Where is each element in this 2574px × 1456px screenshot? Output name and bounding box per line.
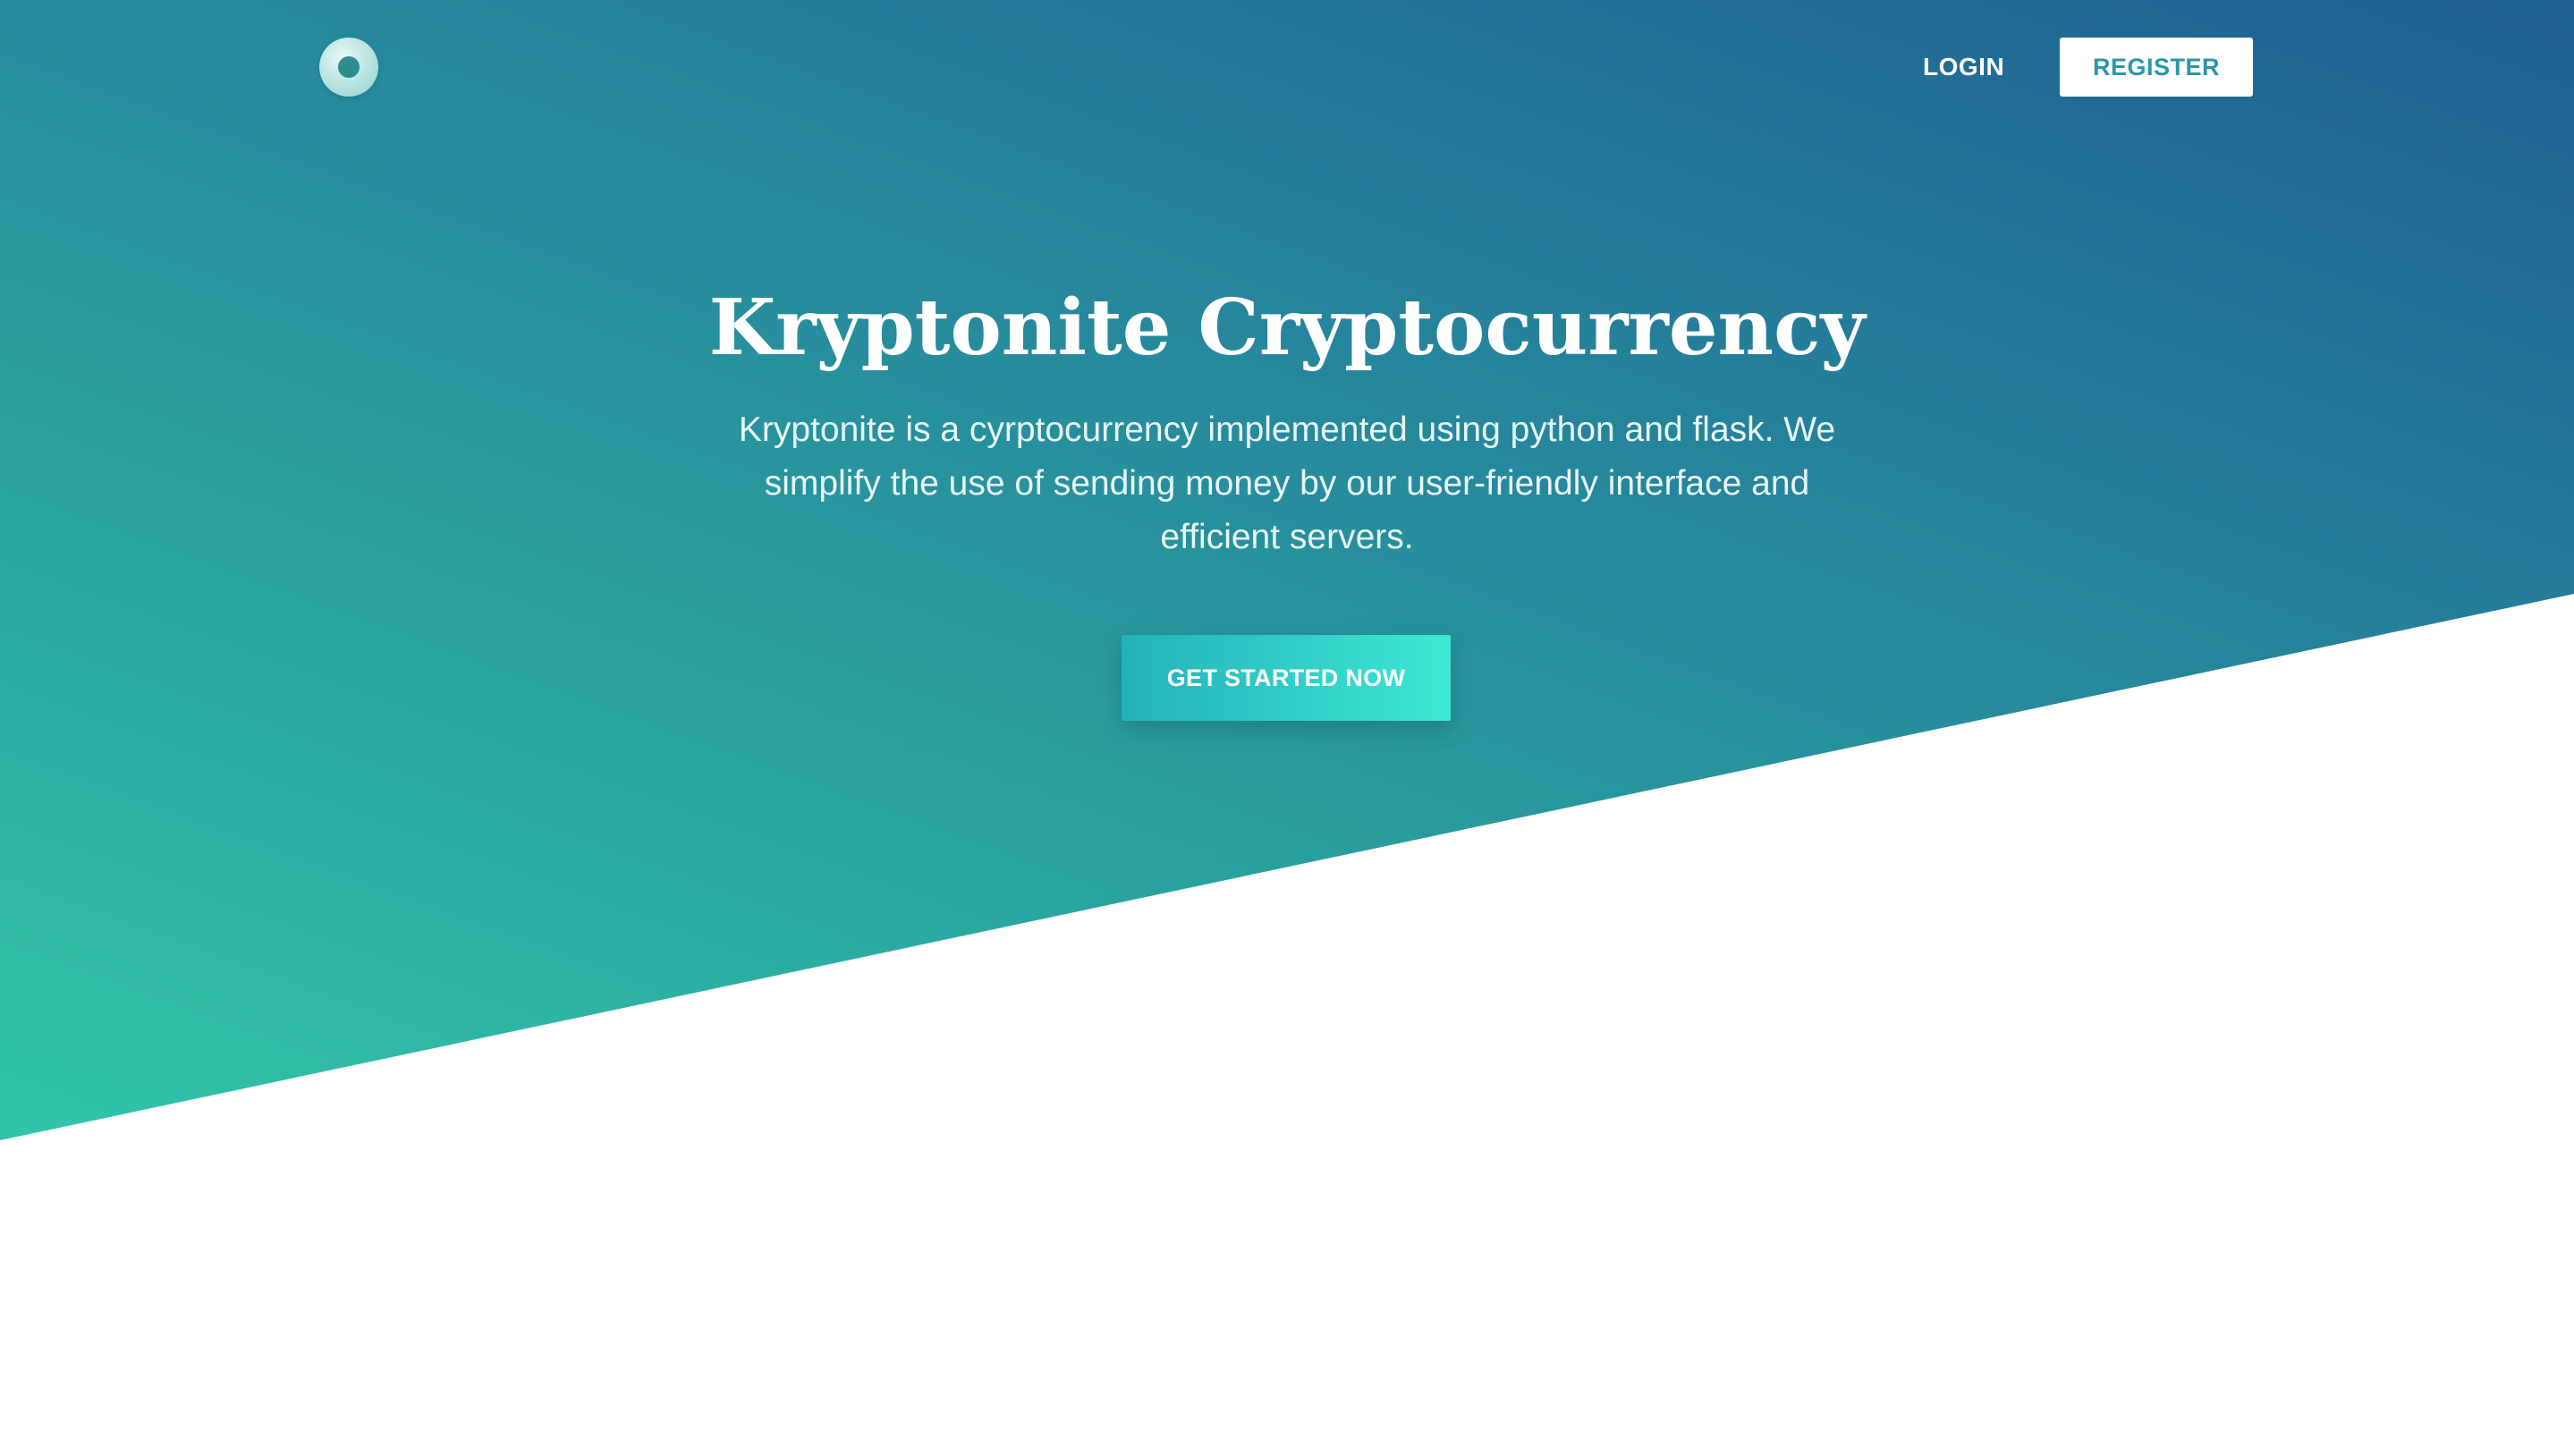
get-started-button[interactable]: GET STARTED NOW <box>1122 635 1451 721</box>
hero-title: Kryptonite Cryptocurrency <box>708 283 1866 373</box>
hero-description: Kryptonite is a cyrptocurrency implement… <box>738 411 1836 556</box>
hero-background <box>0 0 2574 1140</box>
landing-page: LOGIN REGISTER Kryptonite Cryptocurrency… <box>0 0 2574 1456</box>
logo-icon[interactable] <box>319 38 378 97</box>
register-button[interactable]: REGISTER <box>2060 38 2253 97</box>
login-link[interactable]: LOGIN <box>1923 47 2004 88</box>
logo-dot <box>338 56 360 78</box>
